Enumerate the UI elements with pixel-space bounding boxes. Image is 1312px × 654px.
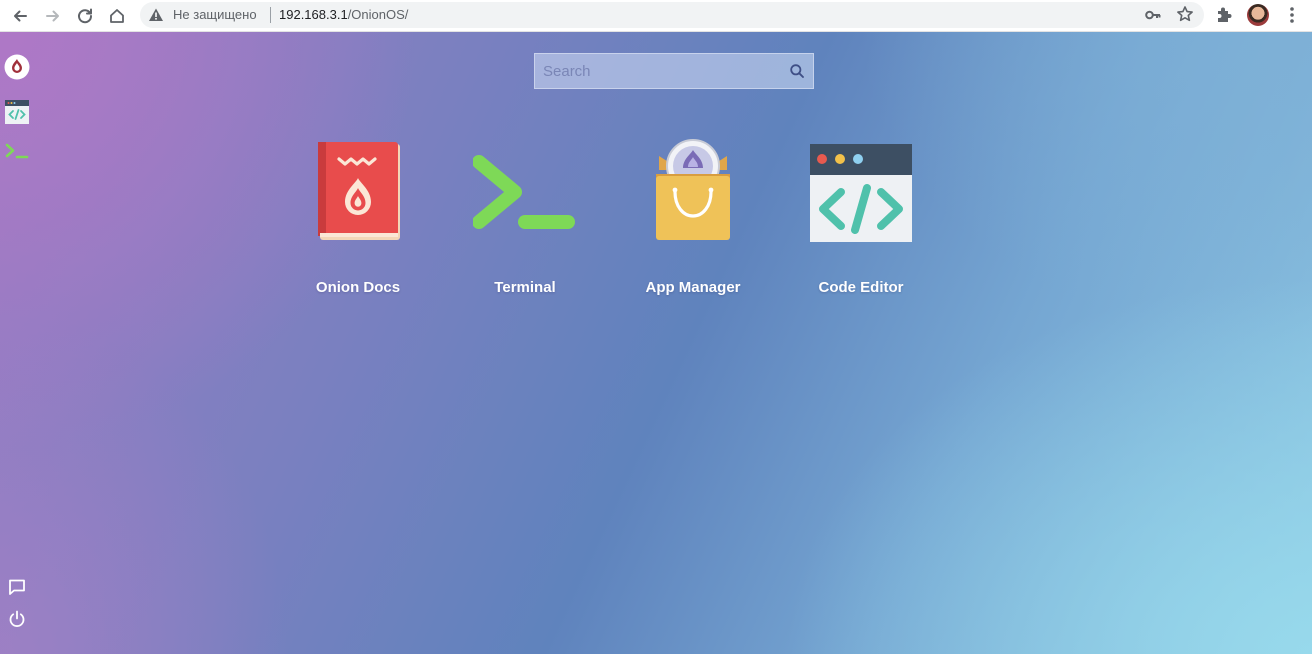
app-label: App Manager — [645, 279, 741, 296]
forward-arrow-icon[interactable] — [41, 4, 65, 28]
star-icon[interactable] — [1176, 5, 1194, 28]
reload-icon[interactable] — [73, 4, 97, 28]
security-label[interactable]: Не защищено — [173, 7, 257, 23]
power-icon[interactable] — [4, 606, 30, 632]
app-label: Terminal — [494, 279, 556, 296]
app-label: Onion Docs — [315, 279, 401, 296]
avatar[interactable] — [1247, 4, 1269, 26]
back-arrow-icon[interactable] — [8, 4, 32, 28]
warning-icon[interactable] — [148, 7, 164, 28]
url-path: /OnionOS/ — [347, 7, 409, 22]
url-text[interactable]: 192.168.3.1/OnionOS/ — [279, 7, 408, 23]
desktop: Onion Docs Terminal App Manager — [0, 32, 1312, 654]
app-code-editor[interactable]: Code Editor — [791, 136, 931, 306]
code-editor-icon[interactable] — [4, 99, 30, 125]
search-input[interactable] — [535, 54, 796, 88]
code-editor-icon — [810, 144, 912, 242]
onion-docs-icon — [318, 142, 400, 240]
divider — [270, 7, 271, 23]
terminal-icon — [473, 155, 575, 229]
app-terminal[interactable]: Terminal — [455, 136, 595, 306]
chat-icon[interactable] — [4, 574, 30, 600]
home-icon[interactable] — [105, 4, 129, 28]
onion-logo-icon[interactable] — [4, 54, 30, 80]
puzzle-icon[interactable] — [1214, 5, 1234, 30]
kebab-menu-icon[interactable] — [1284, 4, 1300, 31]
address-bar[interactable]: Не защищено 192.168.3.1/OnionOS/ — [140, 2, 1204, 28]
app-app-manager[interactable]: App Manager — [623, 136, 763, 306]
app-manager-icon — [656, 139, 730, 240]
terminal-icon[interactable] — [4, 138, 30, 164]
browser-toolbar: Не защищено 192.168.3.1/OnionOS/ — [0, 0, 1312, 32]
search-box[interactable] — [534, 53, 814, 89]
key-icon[interactable] — [1144, 6, 1162, 29]
app-label: Code Editor — [818, 279, 904, 296]
app-onion-docs[interactable]: Onion Docs — [288, 136, 428, 306]
url-host: 192.168.3.1 — [279, 7, 348, 22]
search-icon[interactable] — [789, 63, 805, 84]
